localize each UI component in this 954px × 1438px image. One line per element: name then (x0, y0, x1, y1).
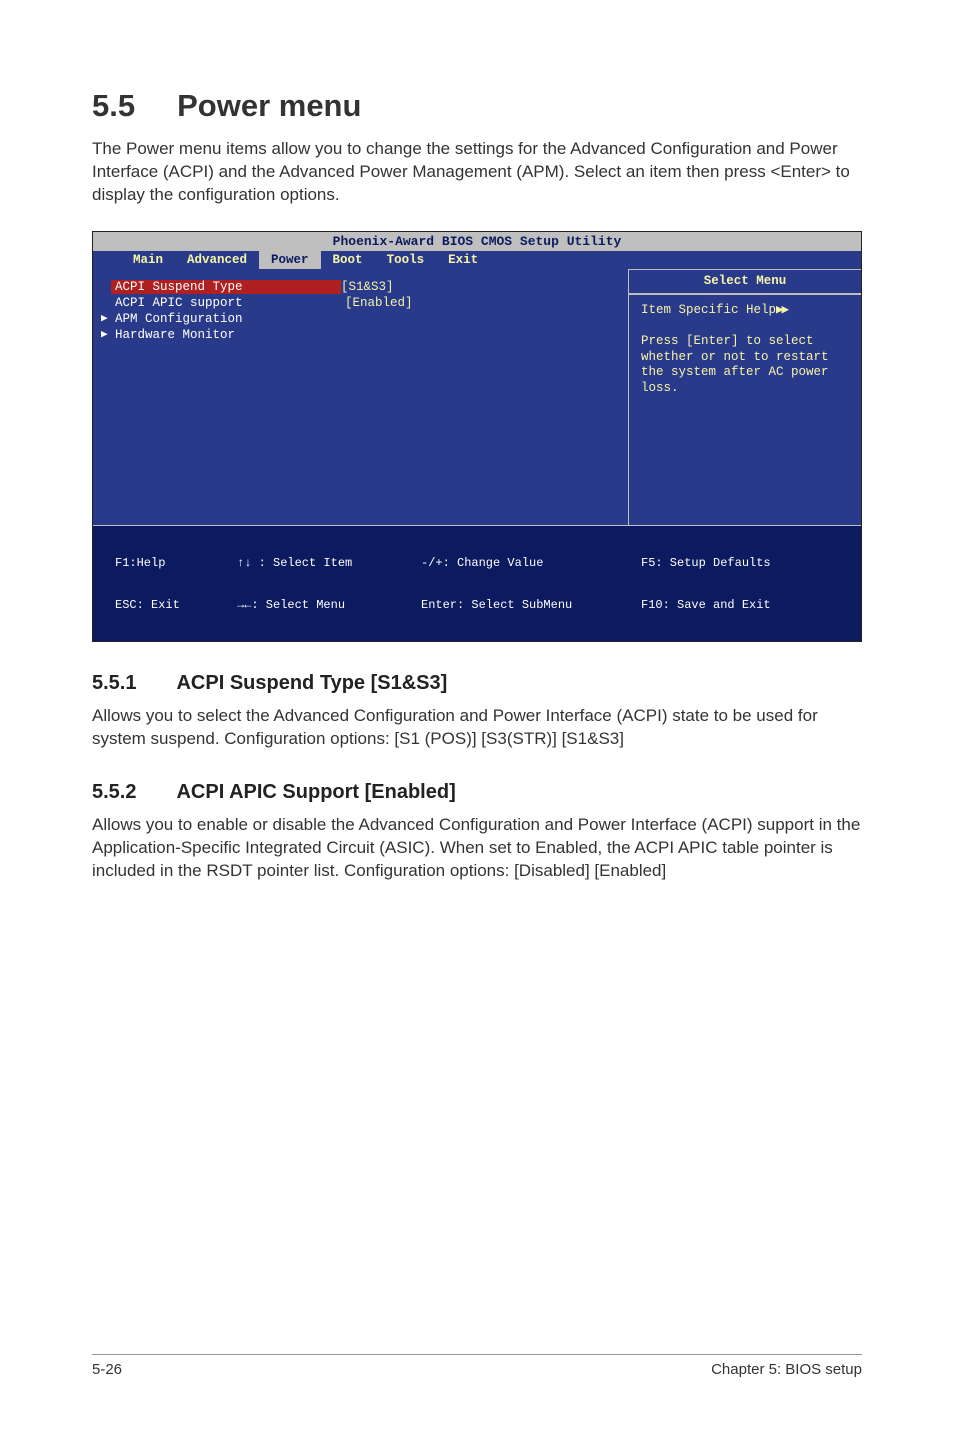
bios-left-panel: ACPI Suspend Type [S1&S3] ACPI APIC supp… (93, 269, 629, 525)
bios-item-acpi-suspend[interactable]: ACPI Suspend Type [S1&S3] (115, 279, 618, 295)
subsection-title-text: ACPI APIC Support [Enabled] (176, 781, 455, 803)
footer-enter: Enter: Select SubMenu (421, 598, 641, 612)
bios-help-label: Item Specific Help (641, 303, 776, 317)
bios-item-apm-config[interactable]: ▶ APM Configuration (115, 311, 618, 327)
bios-item-acpi-apic[interactable]: ACPI APIC support [Enabled] (115, 295, 618, 311)
footer-plusminus: -/+: Change Value (421, 556, 641, 570)
subsection-number: 5.5.1 (92, 672, 136, 695)
bios-menu-main[interactable]: Main (121, 251, 175, 269)
bios-menu-power[interactable]: Power (259, 251, 321, 269)
chapter-label: Chapter 5: BIOS setup (711, 1361, 862, 1378)
bios-menu-boot[interactable]: Boot (321, 251, 375, 269)
bios-menubar: Main Advanced Power Boot Tools Exit (93, 251, 861, 269)
section-title-text: Power menu (177, 88, 361, 123)
bios-menu-tools[interactable]: Tools (375, 251, 437, 269)
footer-f1: F1:Help (115, 556, 237, 570)
subsection-5-5-1: 5.5.1 ACPI Suspend Type [S1&S3] Allows yo… (92, 672, 862, 751)
bios-item-value: [Enabled] (345, 296, 413, 310)
bios-help-body: Press [Enter] to select whether or not t… (641, 334, 829, 395)
submenu-triangle-icon: ▶ (101, 327, 108, 341)
bios-item-value: [S1&S3] (341, 280, 394, 294)
subsection-number: 5.5.2 (92, 781, 136, 804)
subsection-body: Allows you to enable or disable the Adva… (92, 814, 862, 883)
subsection-5-5-2: 5.5.2 ACPI APIC Support [Enabled] Allows … (92, 781, 862, 883)
submenu-triangle-icon: ▶ (101, 311, 108, 325)
bios-item-label: ACPI APIC support (115, 296, 345, 310)
section-intro: The Power menu items allow you to change… (92, 138, 862, 207)
footer-updown: ↑↓ : Select Item (237, 556, 421, 570)
bios-right-help: Item Specific Help▶▶ Press [Enter] to se… (629, 294, 861, 525)
page-number: 5-26 (92, 1361, 122, 1378)
subsection-body: Allows you to select the Advanced Config… (92, 705, 862, 751)
bios-menu-exit[interactable]: Exit (436, 251, 490, 269)
section-number: 5.5 (92, 88, 135, 124)
bios-right-header: Select Menu (629, 269, 861, 294)
bios-footer: F1:Help ESC: Exit ↑↓ : Select Item →←: S… (93, 525, 861, 641)
footer-leftright: →←: Select Menu (237, 598, 421, 612)
subsection-heading: 5.5.1 ACPI Suspend Type [S1&S3] (92, 672, 862, 695)
bios-right-panel: Select Menu Item Specific Help▶▶ Press [… (629, 269, 861, 525)
footer-esc: ESC: Exit (115, 598, 237, 612)
footer-f5: F5: Setup Defaults (641, 556, 771, 570)
subsection-heading: 5.5.2 ACPI APIC Support [Enabled] (92, 781, 862, 804)
bios-item-label: ACPI Suspend Type (111, 280, 341, 294)
bios-menu-advanced[interactable]: Advanced (175, 251, 259, 269)
bios-window-title: Phoenix-Award BIOS CMOS Setup Utility (93, 232, 861, 251)
section-heading: 5.5 Power menu (92, 88, 862, 124)
footer-f10: F10: Save and Exit (641, 598, 771, 612)
bios-help-arrows-icon: ▶▶ (776, 303, 787, 317)
bios-item-label: APM Configuration (115, 312, 345, 326)
page-footer: 5-26 Chapter 5: BIOS setup (92, 1354, 862, 1378)
subsection-title-text: ACPI Suspend Type [S1&S3] (176, 672, 447, 694)
bios-item-hardware-monitor[interactable]: ▶ Hardware Monitor (115, 327, 618, 343)
bios-screenshot: Phoenix-Award BIOS CMOS Setup Utility Ma… (92, 231, 862, 642)
bios-item-label: Hardware Monitor (115, 328, 345, 342)
